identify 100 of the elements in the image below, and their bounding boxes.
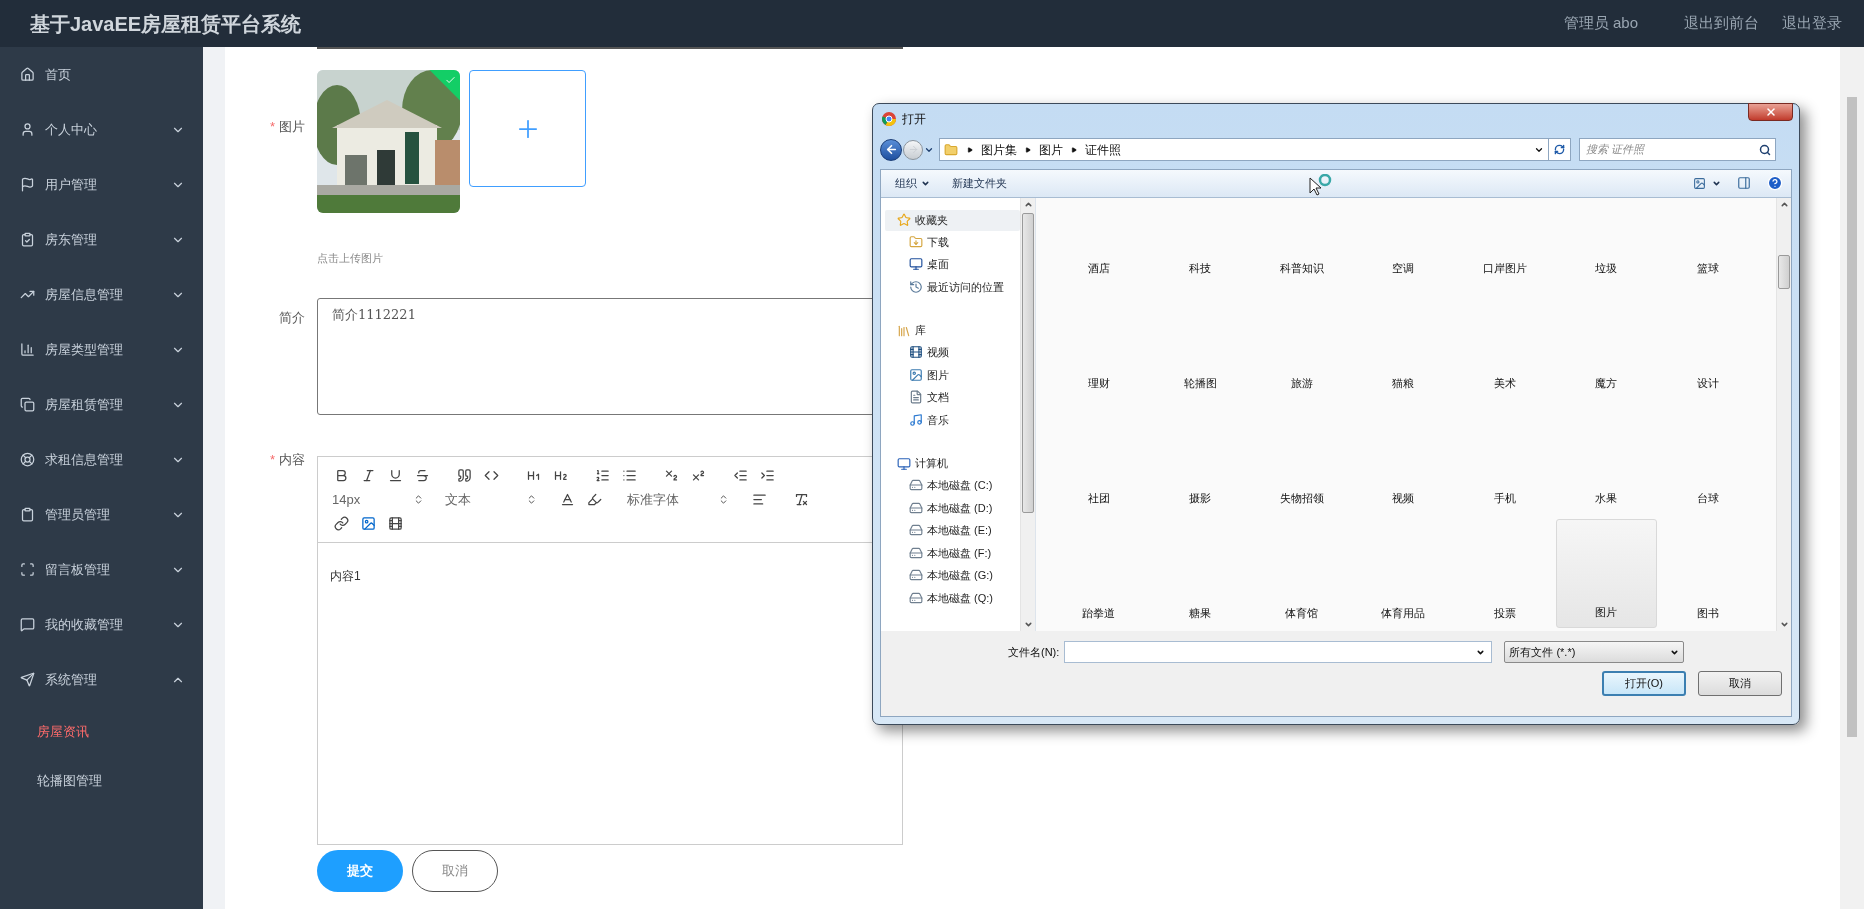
scrollbar[interactable] — [1776, 197, 1791, 631]
filename-field[interactable] — [1064, 641, 1493, 663]
sidebar-item[interactable]: 求租信息管理 — [0, 432, 203, 487]
editor-select[interactable]: 标准字体 — [623, 488, 731, 511]
file-item[interactable]: 旅游 — [1251, 282, 1353, 398]
sidebar-item[interactable]: 房屋类型管理 — [0, 322, 203, 377]
file-item[interactable]: 魔方 — [1555, 282, 1657, 398]
flag-icon — [20, 177, 35, 192]
file-item[interactable]: 体育用品 — [1352, 512, 1454, 628]
file-item[interactable]: 轮播图 — [1149, 282, 1251, 398]
drive-icon — [909, 568, 923, 583]
sidebar-item[interactable]: 留言板管理 — [0, 542, 203, 597]
nav-item[interactable]: 本地磁盘 (G:) — [885, 564, 1020, 587]
nav-group[interactable]: 计算机 — [885, 453, 1020, 474]
address-bar[interactable]: 图片集 图片 证件照 — [939, 138, 1549, 162]
open-button[interactable]: 打开(O) — [1602, 671, 1686, 696]
music-icon — [909, 412, 923, 427]
file-item[interactable]: 美术 — [1454, 282, 1556, 398]
preview-pane-icon[interactable] — [1737, 176, 1751, 190]
file-item[interactable]: 酒店 — [1048, 197, 1150, 283]
file-item[interactable]: 失物招领 — [1251, 397, 1353, 513]
image-icon — [361, 516, 376, 531]
file-item[interactable]: 空调 — [1352, 197, 1454, 283]
file-item[interactable]: 水果 — [1555, 397, 1657, 513]
nav-item[interactable]: 本地磁盘 (E:) — [885, 519, 1020, 542]
file-item[interactable]: 社团 — [1048, 397, 1150, 513]
view-button[interactable] — [1693, 176, 1721, 190]
nav-item[interactable]: 最近访问的位置 — [885, 275, 1020, 298]
sidebar-item[interactable]: 房东管理 — [0, 212, 203, 267]
dialog-title: 打开 — [902, 111, 926, 129]
file-type-select[interactable]: 所有文件 (*.*) — [1504, 641, 1685, 663]
clipboard-icon — [20, 507, 35, 522]
picture-icon — [909, 367, 923, 382]
help-icon[interactable] — [1767, 175, 1783, 191]
file-item[interactable]: 图片 — [1555, 518, 1657, 628]
nav-group[interactable]: 收藏夹 — [885, 209, 1020, 231]
drive-icon — [909, 523, 923, 538]
file-item[interactable]: 科技 — [1149, 197, 1251, 283]
upload-button[interactable] — [469, 70, 586, 187]
chat-icon — [20, 617, 35, 632]
folder-icon — [944, 142, 958, 157]
close-button[interactable] — [1748, 103, 1793, 121]
scrollbar-thumb[interactable] — [1778, 254, 1790, 289]
file-item[interactable]: 篮球 — [1657, 197, 1759, 283]
breadcrumb-item[interactable]: 图片集 — [978, 140, 1020, 159]
file-item[interactable]: 设计 — [1657, 282, 1759, 398]
toolbar-button[interactable]: 组织 — [895, 174, 930, 192]
nav-item[interactable]: 本地磁盘 (C:) — [885, 474, 1020, 497]
scrollbar-thumb[interactable] — [1847, 97, 1857, 737]
sidebar-item[interactable]: 房屋租赁管理 — [0, 377, 203, 432]
scrollbar[interactable] — [1020, 197, 1035, 631]
file-item[interactable]: 投票 — [1454, 512, 1556, 628]
bold-icon — [334, 468, 349, 483]
sidebar-item[interactable]: 房屋信息管理 — [0, 267, 203, 322]
sidebar-item[interactable]: 首页 — [0, 47, 203, 102]
sidebar-item[interactable]: 管理员管理 — [0, 487, 203, 542]
search-field[interactable]: 搜索 证件照 — [1579, 138, 1776, 162]
page-scrollbar[interactable] — [1840, 47, 1864, 909]
nav-item[interactable]: 桌面 — [885, 253, 1020, 276]
file-item[interactable]: 图书 — [1657, 512, 1759, 628]
file-item[interactable]: 垃圾 — [1555, 197, 1657, 283]
file-item[interactable]: 体育馆 — [1251, 512, 1353, 628]
file-item[interactable]: 科普知识 — [1251, 197, 1353, 283]
nav-item[interactable]: 本地磁盘 (F:) — [885, 541, 1020, 564]
up-down-icon — [718, 494, 729, 505]
sidebar-item[interactable]: 系统管理 — [0, 652, 203, 707]
sidebar-item[interactable]: 个人中心 — [0, 102, 203, 157]
file-item[interactable]: 视频 — [1352, 397, 1454, 513]
header-link[interactable]: 退出登录 — [1782, 12, 1842, 35]
sidebar-item[interactable]: 我的收藏管理 — [0, 597, 203, 652]
file-item[interactable]: 跆拳道 — [1048, 512, 1150, 628]
toolbar-button[interactable]: 新建文件夹 — [952, 174, 1007, 192]
nav-item[interactable]: 本地磁盘 (D:) — [885, 496, 1020, 519]
scrollbar-thumb[interactable] — [1022, 212, 1034, 513]
sidebar-item[interactable]: 用户管理 — [0, 157, 203, 212]
editor-select[interactable]: 文本 — [441, 488, 539, 511]
submenu-item[interactable]: 房屋资讯 — [0, 707, 203, 756]
file-item[interactable]: 理财 — [1048, 282, 1150, 398]
back-button[interactable] — [880, 138, 902, 161]
cancel-button[interactable]: 取消 — [1698, 671, 1782, 696]
submenu-item[interactable]: 轮播图管理 — [0, 756, 203, 805]
header-link[interactable]: 退出到前台 — [1684, 12, 1759, 35]
file-item[interactable]: 摄影 — [1149, 397, 1251, 513]
nav-item[interactable]: 下载 — [885, 230, 1020, 253]
breadcrumb-item[interactable]: 证件照 — [1082, 140, 1124, 159]
nav-item[interactable]: 本地磁盘 (Q:) — [885, 586, 1020, 609]
heading-one-icon — [526, 468, 541, 483]
cancel-button[interactable]: 取消 — [412, 849, 498, 892]
refresh-button[interactable] — [1549, 138, 1571, 162]
file-item[interactable]: 猫粮 — [1352, 282, 1454, 398]
underline-icon — [388, 468, 403, 483]
user-icon — [20, 122, 35, 137]
file-item[interactable]: 台球 — [1657, 397, 1759, 513]
breadcrumb-item[interactable]: 图片 — [1036, 140, 1066, 159]
editor-select[interactable]: 14px — [328, 488, 426, 511]
ordered-list-icon — [595, 468, 610, 483]
file-item[interactable]: 口岸图片 — [1454, 197, 1556, 283]
star-icon — [897, 213, 911, 227]
file-item[interactable]: 手机 — [1454, 397, 1556, 513]
file-item[interactable]: 糖果 — [1149, 512, 1251, 628]
